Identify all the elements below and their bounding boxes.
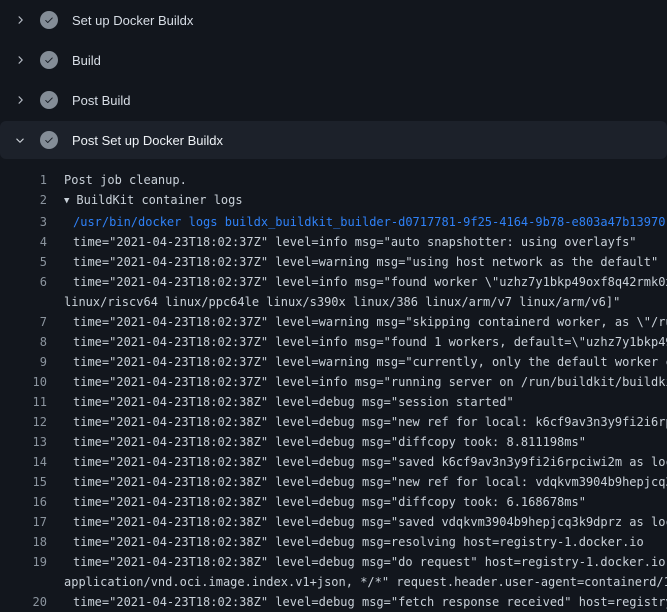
log-line: 4 time="2021-04-23T18:02:37Z" level=info… <box>0 232 667 252</box>
log-line-number[interactable]: 5 <box>0 252 47 272</box>
log-line-text: time="2021-04-23T18:02:37Z" level=warnin… <box>47 252 658 272</box>
log-line-text: time="2021-04-23T18:02:37Z" level=info m… <box>47 332 667 352</box>
step-row-build[interactable]: Build <box>0 40 667 80</box>
log-line-text: time="2021-04-23T18:02:38Z" level=debug … <box>47 432 586 452</box>
log-line: 7 time="2021-04-23T18:02:37Z" level=warn… <box>0 312 667 332</box>
log-line: 18 time="2021-04-23T18:02:38Z" level=deb… <box>0 532 667 552</box>
log-line-text: time="2021-04-23T18:02:38Z" level=debug … <box>47 512 667 532</box>
log-line: 11 time="2021-04-23T18:02:38Z" level=deb… <box>0 392 667 412</box>
log-line: 5 time="2021-04-23T18:02:37Z" level=warn… <box>0 252 667 272</box>
log-line-number[interactable]: 2 <box>0 190 47 212</box>
step-label: Post Build <box>72 93 131 108</box>
step-row-set-up-docker-buildx[interactable]: Set up Docker Buildx <box>0 0 667 40</box>
log-line-text: Post job cleanup. <box>47 170 187 190</box>
success-check-icon <box>40 91 58 109</box>
log-line-number[interactable]: 16 <box>0 492 47 512</box>
chevron-right-icon[interactable] <box>12 12 28 28</box>
step-row-post-set-up-docker-buildx[interactable]: Post Set up Docker Buildx <box>0 121 667 159</box>
step-label: Set up Docker Buildx <box>72 13 193 28</box>
log-line-number[interactable]: 13 <box>0 432 47 452</box>
log-line: 20 time="2021-04-23T18:02:38Z" level=deb… <box>0 592 667 612</box>
log-line-number[interactable]: 8 <box>0 332 47 352</box>
log-line-number[interactable]: 4 <box>0 232 47 252</box>
log-line: linux/riscv64 linux/ppc64le linux/s390x … <box>0 292 667 312</box>
log-line: 9 time="2021-04-23T18:02:37Z" level=warn… <box>0 352 667 372</box>
log-line-number[interactable]: 19 <box>0 552 47 572</box>
step-list: Set up Docker Buildx Build Post Build Po… <box>0 0 667 159</box>
log-line: 1 Post job cleanup. <box>0 170 667 190</box>
log-line-text: time="2021-04-23T18:02:37Z" level=warnin… <box>47 312 667 332</box>
log-viewer: 1 Post job cleanup. 2 ▼BuildKit containe… <box>0 160 667 612</box>
step-label: Post Set up Docker Buildx <box>72 133 223 148</box>
log-line-text: time="2021-04-23T18:02:38Z" level=debug … <box>47 472 667 492</box>
log-line-number[interactable]: 3 <box>0 212 47 232</box>
log-group-toggle[interactable]: ▼BuildKit container logs <box>47 190 243 212</box>
log-line-number[interactable] <box>0 572 47 592</box>
chevron-down-icon[interactable] <box>12 132 28 148</box>
log-line: 15 time="2021-04-23T18:02:38Z" level=deb… <box>0 472 667 492</box>
log-line-text: time="2021-04-23T18:02:38Z" level=debug … <box>47 532 644 552</box>
log-line-number[interactable]: 6 <box>0 272 47 292</box>
log-line-text: time="2021-04-23T18:02:37Z" level=info m… <box>47 232 637 252</box>
log-line: application/vnd.oci.image.index.v1+json,… <box>0 572 667 592</box>
log-line-number[interactable]: 14 <box>0 452 47 472</box>
log-line: 19 time="2021-04-23T18:02:38Z" level=deb… <box>0 552 667 572</box>
log-line-text: time="2021-04-23T18:02:37Z" level=info m… <box>47 372 667 392</box>
success-check-icon <box>40 131 58 149</box>
log-line: 10 time="2021-04-23T18:02:37Z" level=inf… <box>0 372 667 392</box>
log-line-number[interactable]: 11 <box>0 392 47 412</box>
success-check-icon <box>40 51 58 69</box>
log-line-text: linux/riscv64 linux/ppc64le linux/s390x … <box>47 292 620 312</box>
log-line: 8 time="2021-04-23T18:02:37Z" level=info… <box>0 332 667 352</box>
log-line-text: time="2021-04-23T18:02:38Z" level=debug … <box>47 552 667 572</box>
log-line-text: time="2021-04-23T18:02:38Z" level=debug … <box>47 592 667 612</box>
log-line-number[interactable]: 17 <box>0 512 47 532</box>
log-line-number[interactable]: 1 <box>0 170 47 190</box>
chevron-right-icon[interactable] <box>12 92 28 108</box>
log-line: 6 time="2021-04-23T18:02:37Z" level=info… <box>0 272 667 292</box>
log-line: 2 ▼BuildKit container logs <box>0 190 667 212</box>
log-line-number[interactable]: 10 <box>0 372 47 392</box>
log-line: 13 time="2021-04-23T18:02:38Z" level=deb… <box>0 432 667 452</box>
log-line-number[interactable]: 18 <box>0 532 47 552</box>
log-line: 12 time="2021-04-23T18:02:38Z" level=deb… <box>0 412 667 432</box>
step-label: Build <box>72 53 101 68</box>
log-line: 17 time="2021-04-23T18:02:38Z" level=deb… <box>0 512 667 532</box>
step-row-post-build[interactable]: Post Build <box>0 80 667 120</box>
log-line-text: time="2021-04-23T18:02:38Z" level=debug … <box>47 492 586 512</box>
log-line-text: time="2021-04-23T18:02:38Z" level=debug … <box>47 412 667 432</box>
log-line-number[interactable]: 9 <box>0 352 47 372</box>
log-line-text: time="2021-04-23T18:02:37Z" level=info m… <box>47 272 667 292</box>
log-line: 16 time="2021-04-23T18:02:38Z" level=deb… <box>0 492 667 512</box>
log-line-number[interactable] <box>0 292 47 312</box>
chevron-right-icon[interactable] <box>12 52 28 68</box>
log-line-number[interactable]: 12 <box>0 412 47 432</box>
log-line: 14 time="2021-04-23T18:02:38Z" level=deb… <box>0 452 667 472</box>
log-line-text: time="2021-04-23T18:02:38Z" level=debug … <box>47 452 667 472</box>
log-line-text: application/vnd.oci.image.index.v1+json,… <box>47 572 667 592</box>
group-collapse-marker-icon[interactable]: ▼ <box>64 191 69 211</box>
log-line-number[interactable]: 7 <box>0 312 47 332</box>
log-line-text: time="2021-04-23T18:02:38Z" level=debug … <box>47 392 514 412</box>
log-line-text: time="2021-04-23T18:02:37Z" level=warnin… <box>47 352 667 372</box>
log-line: 3 /usr/bin/docker logs buildx_buildkit_b… <box>0 212 667 232</box>
log-line-text: /usr/bin/docker logs buildx_buildkit_bui… <box>47 212 665 232</box>
success-check-icon <box>40 11 58 29</box>
log-line-number[interactable]: 20 <box>0 592 47 612</box>
log-line-number[interactable]: 15 <box>0 472 47 492</box>
